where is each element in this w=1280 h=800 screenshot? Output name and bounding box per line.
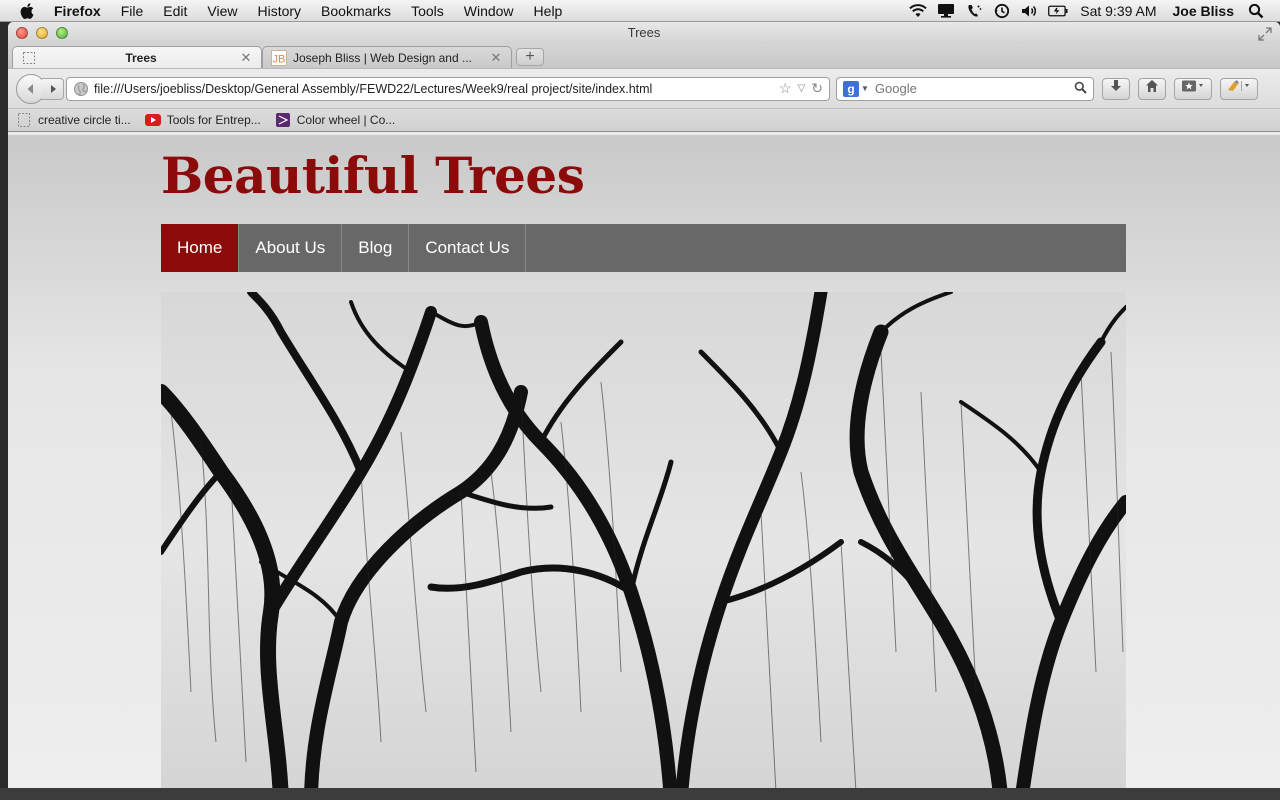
- bookmarks-menu-button[interactable]: [1174, 77, 1212, 100]
- new-tab-button[interactable]: +: [516, 48, 544, 66]
- nav-link-home[interactable]: Home: [161, 224, 240, 272]
- macos-menu-bar: Firefox File Edit View History Bookmarks…: [0, 0, 1280, 22]
- history-dropdown-icon[interactable]: ▽: [798, 83, 806, 94]
- battery-icon[interactable]: [1048, 3, 1068, 19]
- tab-trees[interactable]: Trees ✕: [12, 46, 262, 68]
- kuler-icon: [275, 113, 291, 127]
- zoom-window-button[interactable]: [56, 27, 68, 39]
- blank-page-icon: [21, 50, 37, 66]
- address-bar[interactable]: file:///Users/joebliss/Desktop/General A…: [66, 76, 830, 101]
- tab-strip: Trees ✕ JB Joseph Bliss | Web Design and…: [8, 44, 1280, 68]
- site-navigation: Home About Us Blog Contact Us: [161, 224, 1126, 272]
- close-window-button[interactable]: [16, 27, 28, 39]
- site-container: Beautiful Trees Home About Us Blog Conta…: [161, 135, 1126, 788]
- bookmark-star-icon[interactable]: ☆: [779, 80, 792, 97]
- menu-clock[interactable]: Sat 9:39 AM: [1080, 3, 1156, 19]
- menu-edit[interactable]: Edit: [153, 0, 197, 22]
- fullscreen-icon[interactable]: [1258, 26, 1272, 41]
- tree-silhouettes: [161, 292, 1126, 788]
- reload-icon[interactable]: ↻: [811, 80, 823, 97]
- download-arrow-icon: [1109, 79, 1123, 98]
- forward-button[interactable]: [42, 77, 64, 100]
- home-icon: [1145, 79, 1159, 98]
- page-icon: [16, 113, 32, 127]
- menu-tools[interactable]: Tools: [401, 0, 454, 22]
- globe-icon: [73, 81, 89, 97]
- bookmark-color-wheel[interactable]: Color wheel | Co...: [275, 113, 396, 127]
- menu-file[interactable]: File: [111, 0, 154, 22]
- page-viewport: Beautiful Trees Home About Us Blog Conta…: [8, 132, 1280, 788]
- menu-help[interactable]: Help: [524, 0, 573, 22]
- volume-icon[interactable]: [1020, 3, 1040, 19]
- bookmark-label: creative circle ti...: [38, 113, 131, 127]
- desktop-bottom-edge: [0, 788, 1280, 800]
- phone-icon[interactable]: [964, 3, 984, 19]
- nav-link-about-us[interactable]: About Us: [239, 224, 343, 272]
- window-controls: [16, 27, 68, 39]
- bookmark-tools-for-entrep[interactable]: Tools for Entrep...: [144, 113, 261, 127]
- menu-view[interactable]: View: [197, 0, 247, 22]
- display-icon[interactable]: [936, 3, 956, 19]
- bookmarks-star-box-icon: [1181, 79, 1205, 98]
- navigation-toolbar: file:///Users/joebliss/Desktop/General A…: [8, 68, 1280, 108]
- bookmark-label: Color wheel | Co...: [296, 113, 396, 127]
- youtube-icon: [144, 113, 161, 127]
- close-tab-icon[interactable]: ✕: [239, 50, 253, 66]
- tab-joseph-bliss[interactable]: JB Joseph Bliss | Web Design and ... ✕: [262, 46, 512, 68]
- extension-button[interactable]: [1220, 77, 1258, 100]
- extension-icon: [1226, 79, 1252, 98]
- spotlight-search-icon[interactable]: [1246, 3, 1266, 19]
- nav-link-contact-us[interactable]: Contact Us: [409, 224, 527, 272]
- menu-extras: Sat 9:39 AM Joe Bliss: [904, 0, 1280, 22]
- menu-bookmarks[interactable]: Bookmarks: [311, 0, 401, 22]
- engine-dropdown-icon[interactable]: ▼: [861, 84, 869, 93]
- bookmark-creative-circle[interactable]: creative circle ti...: [16, 113, 131, 127]
- apple-menu-icon[interactable]: [12, 0, 42, 22]
- site-title: Beautiful Trees: [161, 146, 585, 205]
- menu-user[interactable]: Joe Bliss: [1173, 3, 1234, 19]
- time-machine-icon[interactable]: [992, 3, 1012, 19]
- menu-app-firefox[interactable]: Firefox: [42, 0, 111, 22]
- search-bar[interactable]: g ▼: [836, 76, 1094, 101]
- nav-link-blog[interactable]: Blog: [342, 224, 410, 272]
- window-titlebar: Trees: [8, 22, 1280, 44]
- close-tab-icon[interactable]: ✕: [489, 50, 503, 66]
- hero-image-trees: [161, 292, 1126, 788]
- menu-window[interactable]: Window: [454, 0, 524, 22]
- search-icon[interactable]: [1074, 81, 1087, 97]
- bookmark-label: Tools for Entrep...: [166, 113, 261, 127]
- back-forward-group: [16, 73, 64, 104]
- search-input[interactable]: [874, 81, 1074, 96]
- tab-title: Trees: [125, 50, 157, 65]
- svg-text:JB: JB: [273, 53, 286, 65]
- bookmarks-toolbar: creative circle ti... Tools for Entrep..…: [8, 108, 1280, 132]
- url-text[interactable]: file:///Users/joebliss/Desktop/General A…: [94, 82, 779, 96]
- jb-logo-icon: JB: [271, 49, 287, 66]
- google-engine-icon[interactable]: g: [843, 80, 859, 97]
- wifi-icon[interactable]: [908, 3, 928, 19]
- downloads-button[interactable]: [1102, 77, 1130, 100]
- window-title: Trees: [627, 25, 661, 40]
- address-bar-actions: ☆ ▽ ↻: [779, 80, 823, 97]
- home-button[interactable]: [1138, 77, 1166, 100]
- tab-title: Joseph Bliss | Web Design and ...: [293, 50, 472, 65]
- menu-history[interactable]: History: [247, 0, 311, 22]
- minimize-window-button[interactable]: [36, 27, 48, 39]
- browser-window: Trees Trees ✕ JB Joseph Bliss | Web Desi…: [8, 22, 1280, 788]
